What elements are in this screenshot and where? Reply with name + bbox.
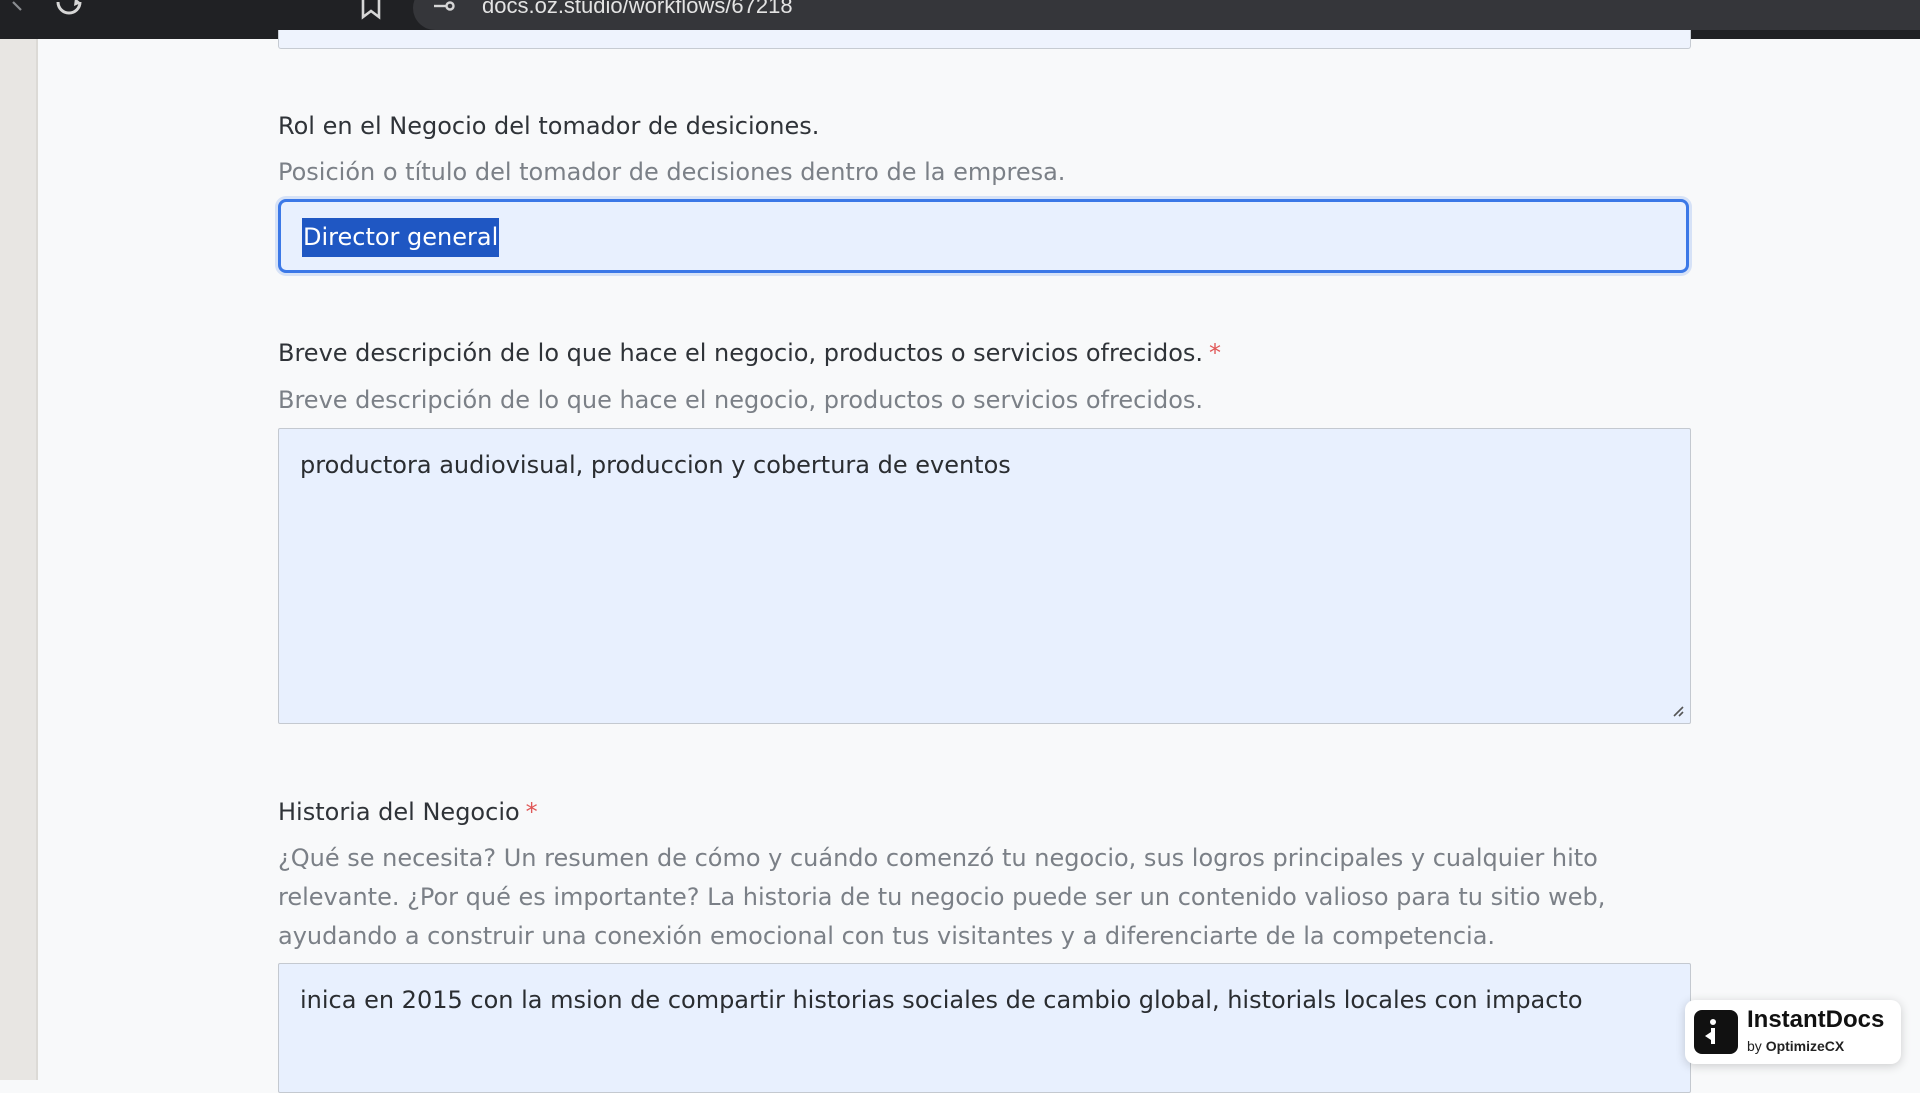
history-field-label: Historia del Negocio * <box>278 798 538 826</box>
badge-by: by <box>1747 1038 1762 1054</box>
bookmark-icon[interactable] <box>356 0 386 20</box>
badge-title: InstantDocs <box>1747 1006 1885 1033</box>
history-help-line: ¿Qué se necesita? Un resumen de cómo y c… <box>278 844 1598 872</box>
site-settings-icon[interactable] <box>430 0 460 20</box>
description-textarea-value[interactable]: productora audiovisual, produccion y cob… <box>300 451 1011 479</box>
badge-subtitle: by OptimizeCX <box>1747 1038 1844 1054</box>
required-marker: * <box>525 798 538 826</box>
history-textarea-value[interactable]: inica en 2015 con la msion de compartir … <box>300 986 1583 1014</box>
description-field-help: Breve descripción de lo que hace el nego… <box>278 386 1204 414</box>
role-field-help: Posición o título del tomador de decisio… <box>278 158 1066 186</box>
role-input[interactable]: Director general <box>278 199 1689 273</box>
instantdocs-logo-icon <box>1694 1010 1738 1054</box>
role-label-text: Rol en el Negocio del tomador de desicio… <box>278 112 820 140</box>
resize-handle-icon[interactable] <box>1670 703 1684 717</box>
history-label-text: Historia del Negocio <box>278 798 520 826</box>
instantdocs-badge[interactable]: InstantDocs by OptimizeCX <box>1685 1000 1901 1064</box>
reload-icon[interactable] <box>52 0 86 20</box>
role-input-selected-value[interactable]: Director general <box>302 218 500 257</box>
previous-field-bottom[interactable] <box>278 30 1691 49</box>
history-textarea[interactable]: inica en 2015 con la msion de compartir … <box>278 963 1691 1093</box>
badge-brand: OptimizeCX <box>1765 1038 1845 1054</box>
left-panel-edge <box>0 39 38 1080</box>
role-field-label: Rol en el Negocio del tomador de desicio… <box>278 112 819 140</box>
history-help-line: ayudando a construir una conexión emocio… <box>278 922 1496 950</box>
description-field-label: Breve descripción de lo que hace el nego… <box>278 339 1221 367</box>
history-field-help: ¿Qué se necesita? Un resumen de cómo y c… <box>278 839 1698 956</box>
forward-icon[interactable] <box>6 0 28 20</box>
description-label-text: Breve descripción de lo que hace el nego… <box>278 339 1204 367</box>
description-textarea[interactable]: productora audiovisual, produccion y cob… <box>278 428 1691 724</box>
required-marker: * <box>1209 339 1222 367</box>
url-text[interactable]: docs.oz.studio/workflows/67218 <box>482 0 793 18</box>
history-help-line: relevante. ¿Por qué es importante? La hi… <box>278 883 1606 911</box>
